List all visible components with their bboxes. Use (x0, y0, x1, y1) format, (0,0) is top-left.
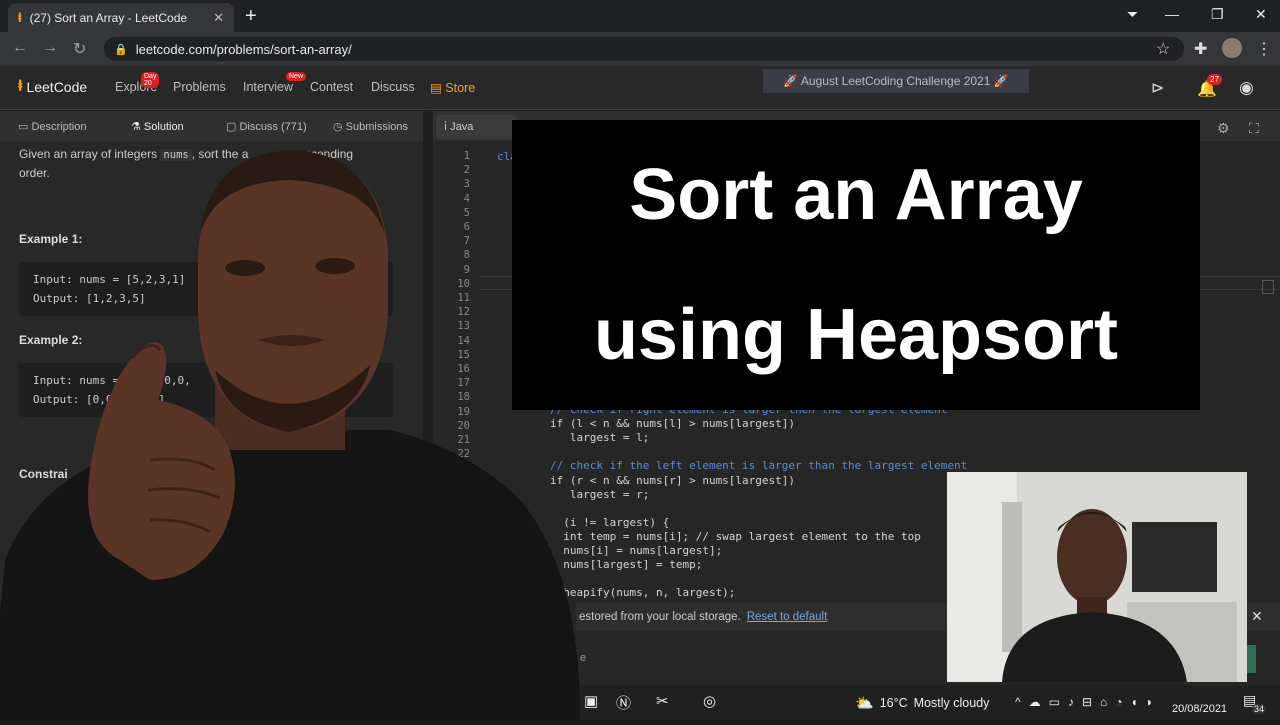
webcam-overlay (947, 472, 1247, 682)
interview-badge: New (286, 72, 307, 81)
nav-problems[interactable]: Problems (173, 80, 226, 94)
user-icon[interactable]: ◉ (1239, 78, 1254, 98)
taskbar-app-icon[interactable]: ▣ (584, 692, 598, 710)
fullscreen-icon[interactable]: ⛶ (1249, 120, 1259, 137)
leetcode-logo-icon: ⱡ (18, 78, 23, 95)
close-notification-icon[interactable]: ✕ (1251, 608, 1263, 625)
description-icon: ▭ (18, 121, 32, 133)
explore-badge: Day 20 (141, 72, 160, 88)
nav-discuss[interactable]: Discuss (371, 80, 415, 94)
obs-icon[interactable]: ◎ (703, 692, 716, 710)
avatar[interactable] (1222, 38, 1242, 58)
snipping-tool-icon[interactable]: ✂ (656, 692, 669, 710)
logo-text: LeetCode (26, 79, 88, 95)
lock-icon: 🔒 (114, 43, 128, 56)
bookmark-star-icon[interactable]: ☆ (1156, 39, 1170, 59)
title-line-2: using Heapsort (593, 295, 1119, 375)
tab-description-label: Description (31, 121, 87, 133)
code-line: int temp = nums[i]; // swap largest elem… (550, 529, 921, 543)
address-bar[interactable]: 🔒 leetcode.com/problems/sort-an-array/ (104, 37, 1184, 61)
video-title-card: Sort an Array using Heapsort (512, 120, 1200, 410)
code-line: // check if the left element is larger t… (550, 459, 968, 473)
presenter-figure (0, 150, 580, 720)
minimize-icon[interactable]: — (1165, 6, 1179, 22)
forward-icon[interactable]: → (42, 39, 58, 57)
tab-description[interactable]: ▭ Description (18, 120, 86, 133)
close-window-icon[interactable]: ✕ (1255, 6, 1267, 23)
maximize-icon[interactable]: ❐ (1211, 6, 1224, 23)
copy-icon[interactable] (1262, 280, 1274, 294)
language-label: Java (450, 121, 474, 133)
tab-submissions[interactable]: ◷ Submissions (333, 120, 408, 133)
tab-discuss[interactable]: ▢ Discuss (771) (226, 120, 307, 133)
action-center-count: 34 (1252, 704, 1267, 714)
clock-icon: ◷ (333, 121, 346, 133)
weather-widget[interactable]: ⛅ 16°C Mostly cloudy (855, 694, 989, 712)
console-toggle-partial[interactable]: e (580, 652, 586, 664)
tab-solution-label: Solution (143, 121, 184, 133)
reload-icon[interactable]: ↻ (73, 39, 86, 59)
title-line-1: Sort an Array (629, 155, 1083, 235)
weather-text: Mostly cloudy (913, 696, 990, 710)
url-text: leetcode.com/problems/sort-an-array/ (135, 41, 352, 57)
tab-discuss-label: Discuss (771) (239, 121, 307, 133)
cloud-icon: ⛅ (855, 695, 874, 712)
browser-menu-icon[interactable]: ⋮ (1256, 39, 1272, 59)
notion-icon[interactable]: Ⓝ (616, 692, 631, 713)
store-icon: ▤ (430, 81, 442, 95)
challenge-banner[interactable]: 🚀 August LeetCoding Challenge 2021 🚀 (763, 69, 1029, 93)
nav-store[interactable]: ▤ Store (430, 80, 475, 95)
system-tray-icons[interactable]: ^☁▭♪⊟⌂◔◖◗ (1015, 695, 1161, 709)
nav-interview[interactable]: New Interview (243, 72, 307, 94)
tab-solution[interactable]: ⚗ Solution (131, 120, 184, 133)
discuss-icon: ▢ (226, 121, 240, 133)
playground-icon[interactable]: ⊳ (1151, 78, 1164, 98)
nav-interview-label: Interview (243, 80, 294, 94)
back-icon[interactable]: ← (12, 39, 28, 57)
leetcode-favicon-icon: ⱡ (18, 10, 22, 25)
code-line: if (l < n && nums[l] > nums[largest]) (550, 417, 796, 431)
notification-count: 27 (1207, 74, 1222, 85)
temperature: 16°C (879, 696, 908, 710)
language-select[interactable]: ⅰ Java (436, 115, 516, 139)
webcam-feed-image (947, 472, 1247, 682)
presenter-thumbs-up-image (0, 140, 580, 720)
taskbar-date: 20/08/2021 (1172, 703, 1228, 715)
tab-submissions-label: Submissions (345, 121, 409, 133)
reset-to-default-link[interactable]: Reset to default (747, 611, 828, 623)
code-line: if (r < n && nums[r] > nums[largest]) (550, 473, 796, 487)
restore-text: estored from your local storage. (579, 611, 741, 623)
new-tab-icon[interactable]: + (245, 5, 257, 28)
browser-tab[interactable]: ⱡ (27) Sort an Array - LeetCode ✕ (8, 3, 234, 32)
leetcode-logo[interactable]: ⱡ LeetCode (18, 78, 87, 96)
tab-title: (27) Sort an Array - LeetCode (29, 10, 188, 25)
profile-menu-icon[interactable]: ⏷ (1127, 6, 1138, 23)
extensions-icon[interactable]: ✚ (1194, 39, 1207, 59)
flask-icon: ⚗ (131, 121, 144, 133)
nav-store-label: Store (445, 81, 476, 95)
nav-explore[interactable]: Day 20 Explore (115, 72, 160, 94)
close-tab-icon[interactable]: ✕ (213, 10, 224, 26)
settings-gear-icon[interactable]: ⚙ (1217, 120, 1230, 137)
nav-contest[interactable]: Contest (310, 80, 353, 94)
